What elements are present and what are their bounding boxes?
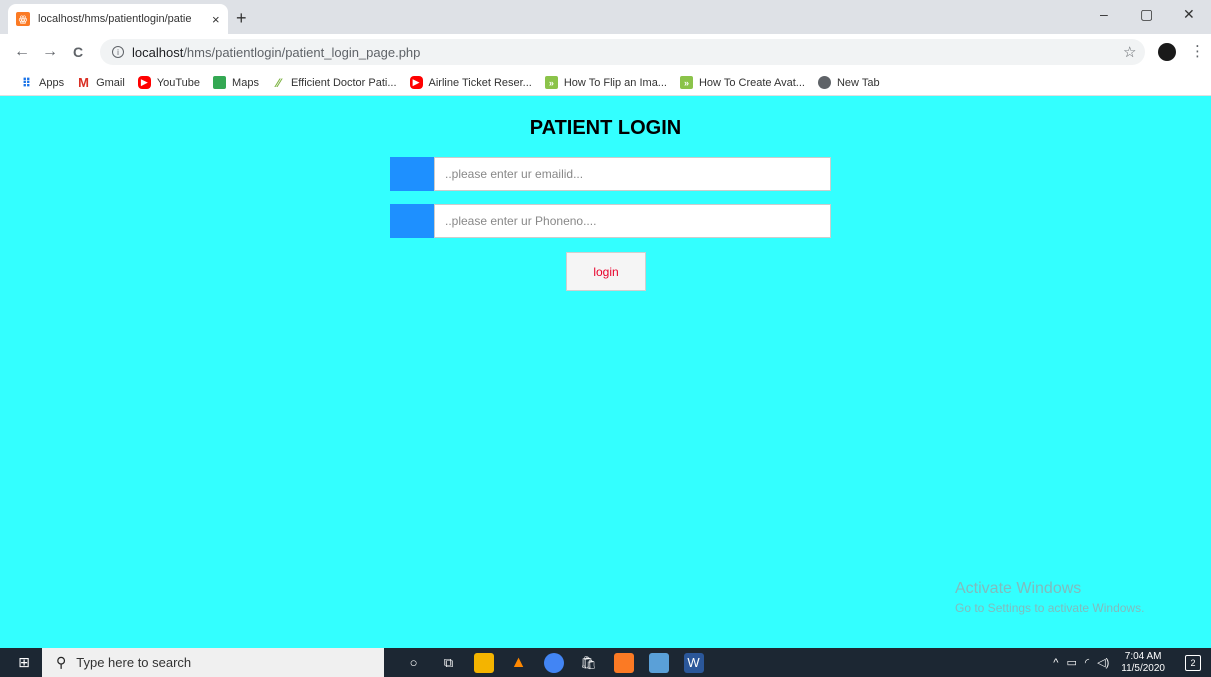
- clock-time: 7:04 AM: [1124, 650, 1162, 662]
- bookmark-label: Apps: [39, 76, 65, 89]
- phone-input[interactable]: [434, 204, 831, 238]
- bookmark-label: YouTube: [156, 76, 201, 89]
- windows-taskbar: ⊞ ⚲ ○ ⧉ ▲ 🛍 W ^ ▭ ◜ ◁) 7:04 AM 11/5/2020…: [0, 648, 1211, 677]
- browser-tab[interactable]: ꙮ localhost/hms/patientlogin/patie ×: [8, 4, 228, 34]
- file-explorer-icon[interactable]: [473, 652, 494, 673]
- gmail-icon: M: [78, 75, 89, 90]
- word-icon[interactable]: W: [683, 652, 704, 673]
- bookmark-youtube[interactable]: ▶ YouTube: [137, 76, 201, 89]
- bookmark-label: Efficient Doctor Pati...: [290, 76, 397, 89]
- leaf-icon: ⁄⁄: [276, 75, 281, 90]
- browser-toolbar: ← → C i localhost /hms/patientlogin/pati…: [0, 34, 1211, 70]
- bookmark-flip-image[interactable]: » How To Flip an Ima...: [544, 76, 667, 89]
- url-host: localhost: [132, 44, 184, 60]
- xampp-icon[interactable]: [613, 652, 634, 673]
- youtube-icon: ▶: [409, 76, 423, 89]
- volume-icon[interactable]: ◁): [1097, 656, 1109, 669]
- maps-icon: [213, 76, 227, 89]
- activate-windows-watermark: Activate Windows Go to Settings to activ…: [955, 580, 1144, 615]
- globe-icon: [817, 76, 831, 89]
- store-icon[interactable]: 🛍: [579, 653, 599, 673]
- taskbar-search-input[interactable]: [76, 655, 357, 670]
- system-tray: ^ ▭ ◜ ◁) 7:04 AM 11/5/2020 2: [1053, 648, 1211, 677]
- xampp-favicon-icon: ꙮ: [16, 12, 30, 26]
- close-window-button[interactable]: ✕: [1183, 6, 1195, 23]
- bookmark-maps[interactable]: Maps: [213, 76, 259, 89]
- task-view-icon[interactable]: ⧉: [439, 653, 459, 673]
- watermark-title: Activate Windows: [955, 580, 1082, 597]
- email-field-group: [390, 157, 831, 191]
- watermark-subtitle: Go to Settings to activate Windows.: [955, 601, 1145, 615]
- bookmark-star-icon[interactable]: ☆: [1123, 43, 1136, 61]
- new-tab-button[interactable]: +: [236, 8, 247, 29]
- site-icon: »: [544, 76, 558, 89]
- windows-start-icon[interactable]: ⊞: [8, 648, 40, 677]
- phone-addon: [390, 204, 434, 238]
- bookmark-label: Maps: [232, 76, 259, 89]
- bookmark-airline-ticket[interactable]: ▶ Airline Ticket Reser...: [409, 76, 532, 89]
- pinned-apps: ○ ⧉ ▲ 🛍 W: [396, 652, 711, 673]
- vlc-icon[interactable]: ▲: [509, 653, 529, 673]
- bookmark-new-tab[interactable]: New Tab: [817, 76, 880, 89]
- browser-menu-icon[interactable]: ⋮: [1190, 42, 1205, 60]
- reload-button[interactable]: C: [73, 44, 83, 60]
- apps-icon: ⠿: [21, 75, 32, 90]
- page-title: PATIENT LOGIN: [529, 117, 682, 139]
- bookmark-efficient-doctor[interactable]: ⁄⁄ Efficient Doctor Pati...: [272, 75, 397, 90]
- minimize-button[interactable]: –: [1100, 6, 1108, 22]
- forward-button[interactable]: →: [42, 43, 58, 61]
- maximize-button[interactable]: ▢: [1140, 6, 1153, 23]
- notification-icon[interactable]: 2: [1185, 654, 1201, 671]
- bookmark-create-avatar[interactable]: » How To Create Avat...: [679, 76, 805, 89]
- profile-avatar[interactable]: [1158, 43, 1176, 61]
- taskbar-search[interactable]: ⚲: [42, 648, 384, 677]
- bookmarks-bar: ⠿ Apps M Gmail ▶ YouTube Maps ⁄⁄ Efficient D…: [0, 70, 1211, 96]
- youtube-icon: ▶: [137, 76, 151, 89]
- email-input[interactable]: [434, 157, 831, 191]
- battery-icon[interactable]: ▭: [1066, 656, 1076, 669]
- info-icon[interactable]: i: [112, 46, 124, 58]
- login-button[interactable]: login: [566, 252, 646, 291]
- bookmark-gmail[interactable]: M Gmail: [77, 75, 125, 90]
- bookmark-label: Gmail: [96, 76, 125, 89]
- clock[interactable]: 7:04 AM 11/5/2020: [1121, 651, 1165, 675]
- back-button[interactable]: ←: [14, 43, 30, 61]
- close-tab-icon[interactable]: ×: [212, 12, 220, 27]
- wifi-icon[interactable]: ◜: [1085, 656, 1089, 669]
- address-bar[interactable]: i localhost /hms/patientlogin/patient_lo…: [100, 39, 1145, 65]
- url-path: /hms/patientlogin/patient_login_page.php: [183, 44, 421, 60]
- chevron-up-icon[interactable]: ^: [1053, 657, 1058, 669]
- chrome-icon[interactable]: [543, 652, 564, 673]
- tab-title: localhost/hms/patientlogin/patie: [38, 13, 192, 25]
- cortana-icon[interactable]: ○: [404, 653, 424, 673]
- tab-strip: ꙮ localhost/hms/patientlogin/patie × + –…: [0, 0, 1211, 34]
- bookmark-label: How To Create Avat...: [698, 76, 805, 89]
- phone-field-group: [390, 204, 831, 238]
- search-icon: ⚲: [56, 654, 67, 670]
- clock-date: 11/5/2020: [1121, 662, 1165, 674]
- bookmark-label: Airline Ticket Reser...: [428, 76, 532, 89]
- bookmark-label: How To Flip an Ima...: [563, 76, 667, 89]
- site-icon: »: [679, 76, 693, 89]
- email-addon: [390, 157, 434, 191]
- bookmark-apps[interactable]: ⠿ Apps: [20, 75, 65, 90]
- virtualbox-icon[interactable]: [648, 652, 669, 673]
- page-content: PATIENT LOGIN login Activate Windows Go …: [0, 96, 1211, 648]
- bookmark-label: New Tab: [836, 76, 880, 89]
